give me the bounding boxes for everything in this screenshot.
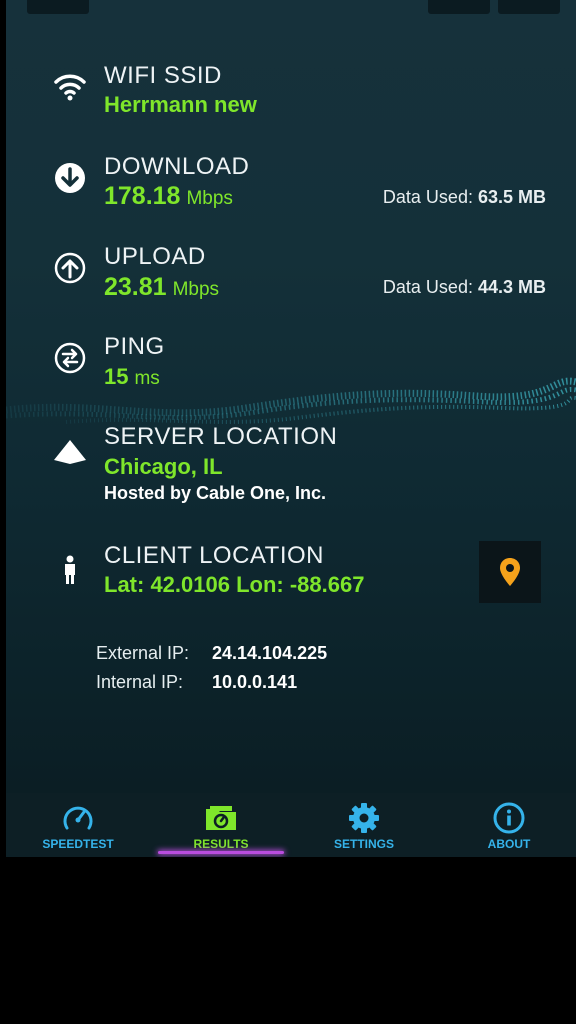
ping-value: 15 ms [104,364,160,390]
upload-data-used-label: Data Used: [382,277,473,297]
upload-value: 23.81 Mbps [104,273,219,302]
external-ip-label: External IP: [96,643,190,663]
tab-results-label: RESULTS [193,837,249,851]
external-ip-value: 24.14.104.225 [212,643,328,663]
speedometer-icon [61,801,95,835]
top-bar-button-left[interactable] [27,0,89,14]
upload-label: UPLOAD [104,243,206,270]
tab-speedtest-label: SPEEDTEST [42,837,114,851]
upload-unit: Mbps [172,279,220,300]
tab-settings-label: SETTINGS [333,837,394,851]
internal-ip-label: Internal IP: [96,672,184,692]
wifi-icon [52,68,88,104]
upload-data-used-value: 44.3 MB [477,277,546,297]
client-location-label: CLIENT LOCATION [104,542,324,569]
download-data-used-value: 63.5 MB [477,187,546,207]
tab-settings[interactable]: SETTINGS [293,793,435,857]
upload-arrow-icon [52,250,88,286]
wifi-ssid-value: Herrmann new [104,92,257,117]
map-pin-icon [500,558,520,586]
active-tab-indicator [158,851,284,854]
client-coordinates: Lat: 42.0106 Lon: -88.667 [104,572,365,597]
server-pyramid-icon [52,434,88,470]
results-folder-icon [204,801,238,835]
results-screen: WIFI SSID Herrmann new DOWNLOAD 178.18 Mb… [6,0,576,857]
ping-unit: ms [134,368,160,389]
download-label: DOWNLOAD [104,153,250,180]
server-location-label: SERVER LOCATION [104,423,338,450]
download-unit: Mbps [186,188,233,209]
info-icon [492,801,526,835]
tab-about[interactable]: ABOUT [438,793,576,857]
server-hosted-by: Hosted by Cable One, Inc. [104,483,327,503]
download-speed: 178.18 [104,182,181,210]
download-arrow-icon [52,160,88,196]
server-city: Chicago, IL [104,454,223,479]
download-data-used: Data Used: 63.5 MB [383,187,546,208]
bottom-tab-bar: SPEEDTEST RESULTS SETTINGS ABOUT [6,793,576,857]
download-data-used-label: Data Used: [382,187,473,207]
upload-data-used: Data Used: 44.3 MB [383,277,546,298]
ping-icon [52,340,88,376]
tab-speedtest[interactable]: SPEEDTEST [7,793,149,857]
show-map-button[interactable] [479,541,541,603]
gear-icon [347,801,381,835]
wifi-ssid-label: WIFI SSID [104,62,222,89]
tab-about-label: ABOUT [487,837,531,851]
tab-results[interactable]: RESULTS [150,793,292,857]
person-icon [52,552,88,588]
top-bar-button-middle[interactable] [428,0,490,14]
ping-number: 15 [104,364,129,389]
internal-ip-value: 10.0.0.141 [212,672,298,692]
top-bar-button-right[interactable] [498,0,560,14]
external-ip-row: External IP: 24.14.104.225 [96,643,327,664]
download-value: 178.18 Mbps [104,182,233,211]
upload-speed: 23.81 [104,273,167,301]
internal-ip-row: Internal IP: 10.0.0.141 [96,672,297,693]
ping-label: PING [104,333,165,360]
